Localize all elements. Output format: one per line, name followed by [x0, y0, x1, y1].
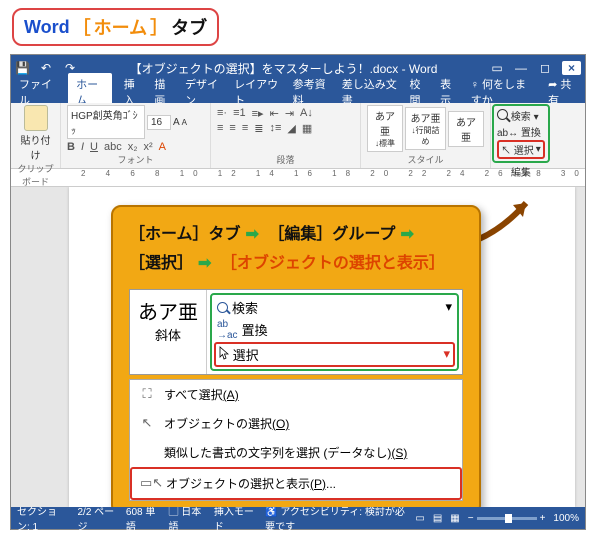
group-label: 段落: [217, 153, 354, 166]
undo-icon[interactable]: ↶: [39, 61, 53, 75]
callout-tab: タブ: [171, 14, 207, 40]
word-window: 💾 ↶ ↷ 【オブジェクトの選択】をマスターしよう！.docx - Word ▭…: [10, 54, 586, 530]
strike-icon[interactable]: abc: [104, 141, 122, 153]
ribbon-options-icon[interactable]: ▭: [490, 61, 504, 75]
document-area: ［ホーム］タブ➡ ［編集］グループ➡ ［選択］➡ ［オブジェクトの選択と表示］ …: [11, 187, 585, 507]
editing-popout: あア亜 斜体 検索 ▾ ab→ac 置換 選択 ▾: [129, 289, 463, 375]
cursor-icon: ↖: [138, 415, 156, 431]
bracket: ］: [150, 14, 168, 40]
chevron-down-icon: ▾: [534, 112, 539, 123]
page-callout: Word ［ ホーム ］ タブ: [12, 8, 219, 46]
zoom-level[interactable]: 100%: [553, 513, 579, 524]
group-paragraph: ≡· ≡1 ≡▸ ⇤ ⇥ A↓ ≡ ≡ ≡ ≣ ↕≡ ◢ ▦ 段落: [211, 103, 361, 168]
chevron-down-icon: ▾: [443, 346, 450, 362]
zoom-out-icon[interactable]: −: [468, 513, 474, 524]
indent-inc-icon[interactable]: ⇥: [285, 107, 294, 120]
shading-icon[interactable]: ◢: [287, 122, 295, 135]
group-clipboard: 貼り付け クリップボード: [11, 103, 61, 168]
editing-group-zoom: 検索 ▾ ab→ac 置換 選択 ▾: [210, 293, 459, 371]
search-icon: [217, 302, 228, 313]
find-button[interactable]: 検索 ▾: [497, 108, 545, 123]
borders-icon[interactable]: ▦: [302, 122, 312, 135]
font-color-icon[interactable]: A: [159, 141, 166, 153]
callout-home: ホーム: [94, 14, 147, 40]
zoom-slider[interactable]: − +: [468, 513, 546, 524]
selection-pane-icon: ▭↖: [140, 475, 158, 491]
sup-icon[interactable]: x²: [144, 141, 153, 153]
status-bar: セクション: 1 2/2 ページ 608 単語 ▢ 日本語 挿入モード ♿ アク…: [11, 507, 585, 529]
grow-font-icon[interactable]: A: [173, 117, 180, 128]
group-label: フォント: [67, 153, 204, 166]
group-label: クリップボード: [17, 162, 54, 188]
align-right-icon[interactable]: ≡: [242, 122, 248, 135]
replace-button[interactable]: ab→ac 置換: [214, 318, 455, 342]
chevron-down-icon: ▾: [445, 299, 452, 315]
sort-icon[interactable]: A↓: [300, 107, 313, 120]
style-tile[interactable]: あア亜↓行間詰め: [405, 107, 446, 150]
select-dropdown: ⛶ すべて選択(A) ↖ オブジェクトの選択(O) 類似した書式の文字列を選択 …: [129, 379, 463, 501]
replace-icon: ab↔: [497, 128, 518, 139]
bracket: ［: [73, 14, 91, 40]
style-preview: あア亜 斜体: [130, 290, 207, 374]
group-font: HGP創英角ｺﾞｼｯ 16 A A B I U abc x₂ x² A フォント: [61, 103, 211, 168]
view-print-icon[interactable]: ▤: [433, 513, 442, 524]
paste-icon[interactable]: [24, 105, 48, 131]
paste-label: 貼り付け: [17, 132, 54, 162]
multilevel-icon[interactable]: ≡▸: [252, 107, 264, 120]
cursor-icon: ↖: [501, 146, 511, 157]
instruction-panel: ［ホーム］タブ➡ ［編集］グループ➡ ［選択］➡ ［オブジェクトの選択と表示］ …: [111, 205, 481, 507]
menu-selection-pane[interactable]: ▭↖ オブジェクトの選択と表示(P)...: [130, 467, 462, 500]
font-name-select[interactable]: HGP創英角ｺﾞｼｯ: [67, 105, 145, 139]
sub-icon[interactable]: x₂: [128, 141, 138, 153]
maximize-icon[interactable]: ◻: [538, 61, 552, 75]
replace-icon: ab→ac: [217, 319, 238, 341]
shrink-font-icon[interactable]: A: [182, 118, 187, 127]
menu-select-similar[interactable]: 類似した書式の文字列を選択 (データなし)(S): [130, 438, 462, 467]
chevron-down-icon: ▾: [536, 144, 541, 155]
group-styles: あア亜↓標準 あア亜↓行間詰め あア亜 スタイル: [361, 103, 491, 168]
underline-icon[interactable]: U: [90, 141, 98, 153]
line-spacing-icon[interactable]: ↕≡: [269, 122, 281, 135]
indent-dec-icon[interactable]: ⇤: [270, 107, 279, 120]
search-icon: [497, 109, 508, 120]
group-label: スタイル: [367, 153, 484, 166]
replace-button[interactable]: ab↔ 置換: [497, 124, 545, 139]
callout-word: Word: [24, 17, 70, 38]
style-tile[interactable]: あア亜↓標準: [367, 105, 403, 152]
window-title: 【オブジェクトの選択】をマスターしよう！.docx - Word: [77, 60, 490, 77]
save-icon[interactable]: 💾: [15, 61, 29, 75]
ribbon: 貼り付け クリップボード HGP創英角ｺﾞｼｯ 16 A A B I U abc…: [11, 103, 585, 169]
align-left-icon[interactable]: ≡: [217, 122, 223, 135]
bold-icon[interactable]: B: [67, 141, 75, 153]
font-size-select[interactable]: 16: [147, 115, 171, 130]
align-center-icon[interactable]: ≡: [229, 122, 235, 135]
select-button[interactable]: ↖ 選択▾: [497, 140, 545, 159]
minimize-icon[interactable]: —: [514, 61, 528, 75]
style-tile[interactable]: あア亜: [448, 111, 484, 147]
find-button[interactable]: 検索 ▾: [214, 297, 455, 318]
menu-select-objects[interactable]: ↖ オブジェクトの選択(O): [130, 409, 462, 438]
zoom-in-icon[interactable]: +: [540, 513, 546, 524]
view-read-icon[interactable]: ▭: [415, 513, 424, 524]
group-editing: 検索 ▾ ab↔ 置換 ↖ 選択▾ 編集: [491, 103, 551, 168]
select-all-icon: ⛶: [138, 386, 156, 402]
menu-select-all[interactable]: ⛶ すべて選択(A): [130, 380, 462, 409]
view-web-icon[interactable]: ▦: [450, 513, 459, 524]
group-label: 編集: [491, 164, 551, 179]
instruction-text: ［ホーム］タブ➡ ［編集］グループ➡ ［選択］➡ ［オブジェクトの選択と表示］: [129, 221, 463, 279]
bullets-icon[interactable]: ≡·: [217, 107, 227, 120]
justify-icon[interactable]: ≣: [254, 122, 263, 135]
menubar: ファイル ホーム 挿入 描画 デザイン レイアウト 参考資料 差し込み文書 校閲…: [11, 81, 585, 103]
close-icon[interactable]: ×: [562, 61, 581, 75]
select-button[interactable]: 選択 ▾: [214, 342, 455, 367]
cursor-icon: [219, 346, 229, 360]
numbering-icon[interactable]: ≡1: [233, 107, 246, 120]
italic-icon[interactable]: I: [81, 141, 84, 153]
